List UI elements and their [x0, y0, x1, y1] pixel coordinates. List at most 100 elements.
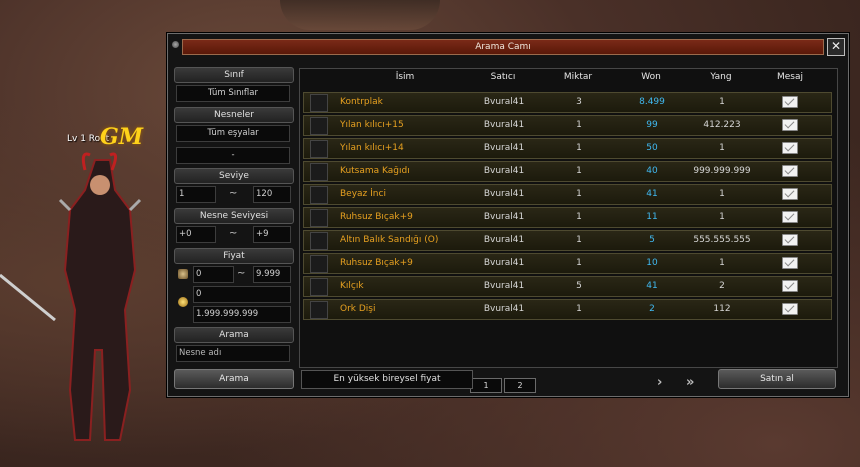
item-level-range-separator: ~ — [229, 228, 238, 239]
envelope-icon[interactable] — [782, 280, 798, 292]
envelope-icon[interactable] — [782, 165, 798, 177]
row-seller: Bvural41 — [483, 120, 525, 130]
row-select-checkbox[interactable] — [310, 140, 328, 158]
table-row[interactable]: Kontrplak Bvural41 3 8.499 1 — [303, 92, 832, 113]
yang-max-input[interactable]: 1.999.999.999 — [193, 306, 291, 323]
row-select-checkbox[interactable] — [310, 255, 328, 273]
envelope-icon[interactable] — [782, 303, 798, 315]
price-header: Fiyat — [174, 248, 294, 264]
row-item-name: Ruhsuz Bıçak+9 — [340, 212, 413, 222]
envelope-icon[interactable] — [782, 188, 798, 200]
envelope-icon[interactable] — [782, 211, 798, 223]
row-select-checkbox[interactable] — [310, 94, 328, 112]
envelope-icon[interactable] — [782, 234, 798, 246]
yang-min-input[interactable]: 0 — [193, 286, 291, 303]
envelope-icon[interactable] — [782, 96, 798, 108]
sword — [0, 273, 56, 322]
row-quantity: 1 — [576, 120, 582, 130]
row-select-checkbox[interactable] — [310, 301, 328, 319]
column-quantity-header: Miktar — [563, 72, 593, 82]
row-yang-price: 1 — [719, 212, 725, 222]
gm-badge: GM — [100, 124, 144, 150]
table-row[interactable]: Kılçık Bvural41 5 41 2 — [303, 276, 832, 297]
row-item-name: Yılan kılıcı+15 — [340, 120, 404, 130]
row-yang-price: 1 — [719, 97, 725, 107]
sort-hint-label: En yüksek bireysel fiyat — [301, 370, 473, 389]
table-row[interactable]: Ruhsuz Bıçak+9 Bvural41 1 11 1 — [303, 207, 832, 228]
row-select-checkbox[interactable] — [310, 209, 328, 227]
row-yang-price: 1 — [719, 143, 725, 153]
won-range-separator: ~ — [237, 268, 246, 279]
table-row[interactable]: Yılan kılıcı+15 Bvural41 1 99 412.223 — [303, 115, 832, 136]
row-yang-price: 412.223 — [703, 120, 741, 130]
row-select-checkbox[interactable] — [310, 232, 328, 250]
row-yang-price: 1 — [719, 189, 725, 199]
table-row[interactable]: Yılan kılıcı+14 Bvural41 1 50 1 — [303, 138, 832, 159]
table-header: İsim Satıcı Miktar Won Yang Mesaj — [300, 69, 837, 87]
row-select-checkbox[interactable] — [310, 186, 328, 204]
row-select-checkbox[interactable] — [310, 278, 328, 296]
level-max-input[interactable]: 120 — [253, 186, 291, 203]
item-level-header: Nesne Seviyesi — [174, 208, 294, 224]
row-seller: Bvural41 — [483, 166, 525, 176]
table-row[interactable]: Ruhsuz Bıçak+9 Bvural41 1 10 1 — [303, 253, 832, 274]
level-min-input[interactable]: 1 — [176, 186, 216, 203]
row-seller: Bvural41 — [483, 235, 525, 245]
yang-coin-icon — [178, 297, 188, 307]
item-subcategory-select[interactable]: - — [176, 147, 290, 164]
buy-button[interactable]: Satın al — [718, 369, 836, 389]
search-header: Arama — [174, 327, 294, 343]
window-pin-icon — [172, 41, 179, 48]
row-seller: Bvural41 — [483, 143, 525, 153]
row-select-checkbox[interactable] — [310, 163, 328, 181]
envelope-icon[interactable] — [782, 142, 798, 154]
row-quantity: 1 — [576, 143, 582, 153]
item-level-max-input[interactable]: +9 — [253, 226, 291, 243]
row-yang-price: 2 — [719, 281, 725, 291]
row-quantity: 1 — [576, 212, 582, 222]
page-1-button[interactable]: 1 — [470, 378, 502, 393]
row-seller: Bvural41 — [483, 189, 525, 199]
table-row[interactable]: Beyaz İnci Bvural41 1 41 1 — [303, 184, 832, 205]
row-seller: Bvural41 — [483, 97, 525, 107]
row-quantity: 1 — [576, 235, 582, 245]
row-quantity: 1 — [576, 166, 582, 176]
row-quantity: 1 — [576, 189, 582, 199]
column-seller-header: Satıcı — [490, 72, 516, 82]
last-page-button[interactable]: » — [686, 375, 694, 390]
row-item-name: Yılan kılıcı+14 — [340, 143, 404, 153]
row-seller: Bvural41 — [483, 258, 525, 268]
level-header: Seviye — [174, 168, 294, 184]
page-2-button[interactable]: 2 — [504, 378, 536, 393]
table-row[interactable]: Altın Balık Sandığı (O) Bvural41 1 5 555.555… — [303, 230, 832, 251]
item-level-min-input[interactable]: +0 — [176, 226, 216, 243]
row-quantity: 1 — [576, 304, 582, 314]
row-select-checkbox[interactable] — [310, 117, 328, 135]
row-item-name: Beyaz İnci — [340, 189, 386, 199]
row-item-name: Kontrplak — [340, 97, 383, 107]
item-category-select[interactable]: Tüm eşyalar — [176, 125, 290, 142]
column-yang-header: Yang — [710, 72, 732, 82]
row-item-name: Kılçık — [340, 281, 364, 291]
close-button[interactable]: ✕ — [827, 38, 845, 56]
next-page-button[interactable]: › — [657, 375, 662, 390]
level-range-separator: ~ — [229, 188, 238, 199]
class-header: Sınıf — [174, 67, 294, 83]
table-row[interactable]: Ork Dişi Bvural41 1 2 112 — [303, 299, 832, 320]
class-select[interactable]: Tüm Sınıflar — [176, 85, 290, 102]
window-title[interactable]: Arama Camı — [182, 39, 824, 55]
results-table: İsim Satıcı Miktar Won Yang Mesaj Kontrp… — [299, 68, 838, 393]
row-quantity: 1 — [576, 258, 582, 268]
envelope-icon[interactable] — [782, 257, 798, 269]
search-input[interactable]: Nesne adı — [176, 345, 290, 362]
table-row[interactable]: Kutsama Kağıdı Bvural41 1 40 999.999.999 — [303, 161, 832, 182]
envelope-icon[interactable] — [782, 119, 798, 131]
search-button[interactable]: Arama — [174, 369, 294, 389]
column-name-header: İsim — [395, 72, 415, 82]
won-min-input[interactable]: 0 — [193, 266, 234, 283]
row-seller: Bvural41 — [483, 281, 525, 291]
column-message-header: Mesaj — [776, 72, 803, 82]
won-max-input[interactable]: 9.999 — [253, 266, 291, 283]
search-window: Arama Camı ✕ Sınıf Tüm Sınıflar Nesneler… — [167, 33, 849, 397]
row-item-name: Altın Balık Sandığı (O) — [340, 235, 439, 245]
